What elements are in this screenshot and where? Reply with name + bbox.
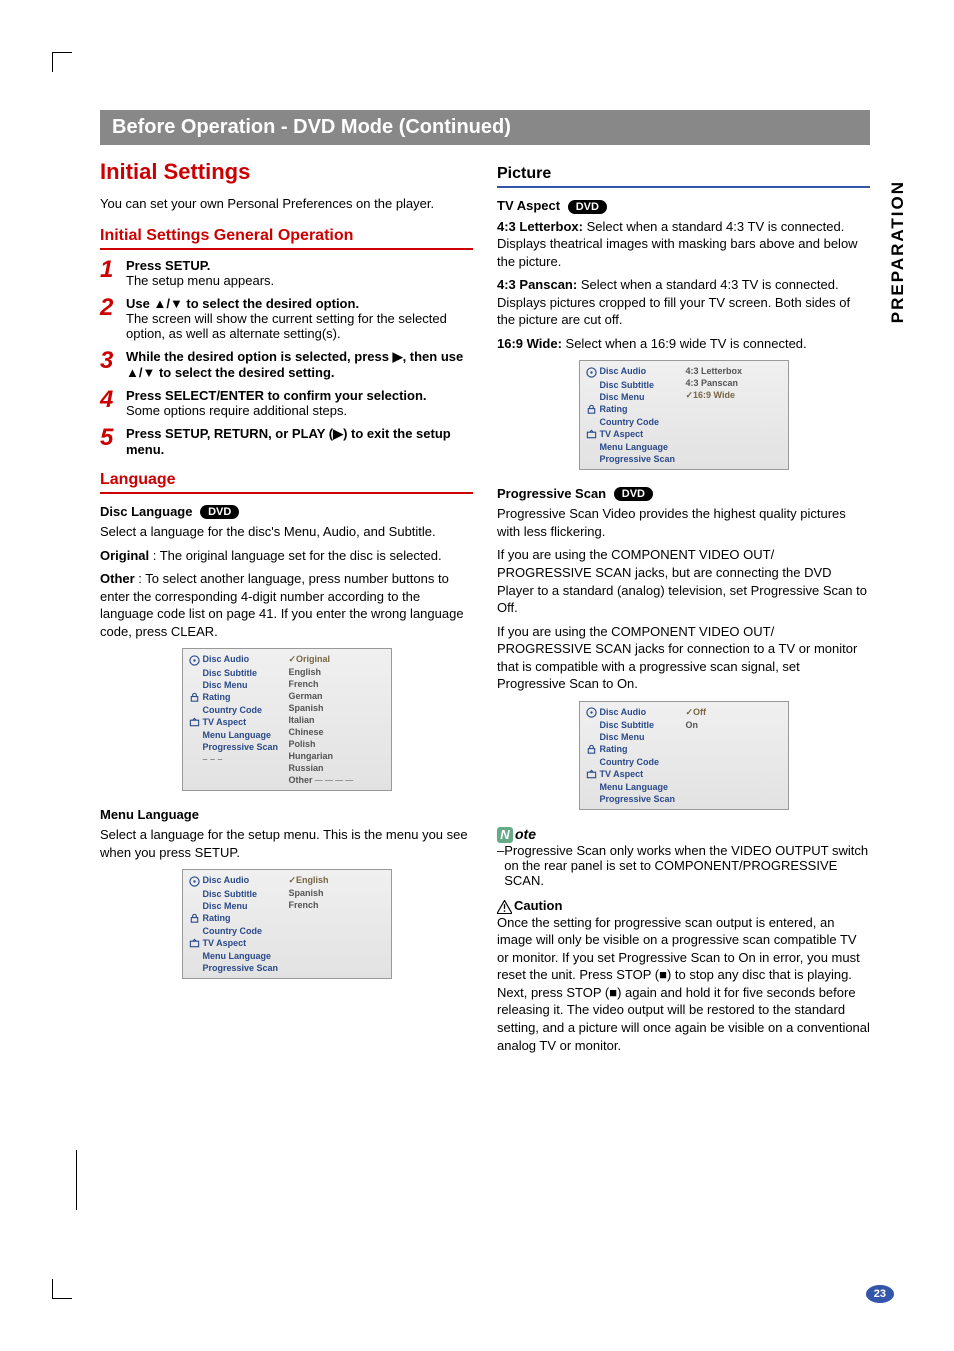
step-heading: Press SELECT/ENTER to confirm your selec…	[126, 388, 427, 403]
left-column: Initial Settings You can set your own Pe…	[100, 159, 473, 1060]
tv-icon	[189, 717, 200, 728]
tv-icon	[189, 938, 200, 949]
heading-disc-language: Disc Language DVD	[100, 504, 473, 520]
step-body: The screen will show the current setting…	[126, 311, 447, 341]
tv-icon	[586, 769, 597, 780]
steps-list: 1 Press SETUP. The setup menu appears. 2…	[100, 258, 473, 457]
page-number: 23	[866, 1285, 894, 1303]
lock-icon	[586, 744, 597, 755]
crop-mark	[76, 1150, 77, 1210]
menu-language-body: Select a language for the setup menu. Th…	[100, 826, 473, 861]
disc-icon	[586, 367, 597, 378]
step-2: 2 Use ▲/▼ to select the desired option. …	[100, 296, 473, 341]
right-column: Picture TV Aspect DVD 4:3 Letterbox: Sel…	[497, 159, 870, 1060]
step-number: 1	[100, 258, 120, 288]
step-1: 1 Press SETUP. The setup menu appears.	[100, 258, 473, 288]
disc-icon	[189, 655, 200, 666]
crop-mark	[52, 1279, 72, 1299]
caution-body: Once the setting for progressive scan ou…	[497, 914, 870, 1054]
lock-icon	[586, 404, 597, 415]
side-tab: PREPARATION	[888, 180, 908, 323]
step-number: 5	[100, 426, 120, 457]
step-4: 4 Press SELECT/ENTER to confirm your sel…	[100, 388, 473, 418]
heading-progressive-scan: Progressive Scan DVD	[497, 486, 870, 502]
heading-tv-aspect: TV Aspect DVD	[497, 198, 870, 214]
step-heading: While the desired option is selected, pr…	[126, 349, 463, 380]
heading-general-operation: Initial Settings General Operation	[100, 227, 473, 250]
step-number: 2	[100, 296, 120, 341]
lock-icon	[189, 913, 200, 924]
step-number: 4	[100, 388, 120, 418]
step-body: The setup menu appears.	[126, 273, 274, 288]
heading-menu-language: Menu Language	[100, 807, 473, 822]
dvd-badge: DVD	[200, 505, 239, 519]
dvd-badge: DVD	[614, 487, 653, 501]
lock-icon	[189, 692, 200, 703]
aspect-169-wide: 16:9 Wide: Select when a 16:9 wide TV is…	[497, 335, 870, 353]
page-content: Before Operation - DVD Mode (Continued) …	[100, 110, 870, 1060]
osd-progressive-scan: Disc Audio Disc Subtitle Disc Menu Ratin…	[579, 701, 789, 810]
caution-heading: Caution	[497, 898, 870, 914]
aspect-43-panscan: 4:3 Panscan: Select when a standard 4:3 …	[497, 276, 870, 329]
note-body: – Progressive Scan only works when the V…	[497, 843, 870, 888]
osd-disc-language: Disc Audio Disc Subtitle Disc Menu Ratin…	[182, 648, 392, 791]
disc-language-intro: Select a language for the disc's Menu, A…	[100, 523, 473, 541]
progressive-body-1: Progressive Scan Video provides the high…	[497, 505, 870, 540]
step-heading: Press SETUP, RETURN, or PLAY (▶) to exit…	[126, 426, 451, 457]
step-heading: Use ▲/▼ to select the desired option.	[126, 296, 359, 311]
progressive-body-3: If you are using the COMPONENT VIDEO OUT…	[497, 623, 870, 693]
warning-icon	[497, 900, 512, 914]
aspect-43-letterbox: 4:3 Letterbox: Select when a standard 4:…	[497, 218, 870, 271]
heading-picture: Picture	[497, 165, 870, 188]
dvd-badge: DVD	[568, 200, 607, 214]
osd-menu-language: Disc Audio Disc Subtitle Disc Menu Ratin…	[182, 869, 392, 978]
step-number: 3	[100, 349, 120, 380]
intro-text: You can set your own Personal Preference…	[100, 195, 473, 213]
step-body: Some options require additional steps.	[126, 403, 347, 418]
osd-tv-aspect: Disc Audio Disc Subtitle Disc Menu Ratin…	[579, 360, 789, 469]
progressive-body-2: If you are using the COMPONENT VIDEO OUT…	[497, 546, 870, 616]
tv-icon	[586, 429, 597, 440]
step-5: 5 Press SETUP, RETURN, or PLAY (▶) to ex…	[100, 426, 473, 457]
disc-icon	[586, 707, 597, 718]
step-3: 3 While the desired option is selected, …	[100, 349, 473, 380]
disc-language-original: Original : The original language set for…	[100, 547, 473, 565]
heading-language: Language	[100, 471, 473, 494]
disc-icon	[189, 876, 200, 887]
note-heading: Note	[497, 826, 870, 843]
disc-language-other: Other : To select another language, pres…	[100, 570, 473, 640]
step-heading: Press SETUP.	[126, 258, 210, 273]
note-icon: N	[497, 827, 513, 843]
heading-initial-settings: Initial Settings	[100, 159, 473, 185]
section-banner: Before Operation - DVD Mode (Continued)	[100, 110, 870, 145]
crop-mark	[52, 52, 72, 72]
